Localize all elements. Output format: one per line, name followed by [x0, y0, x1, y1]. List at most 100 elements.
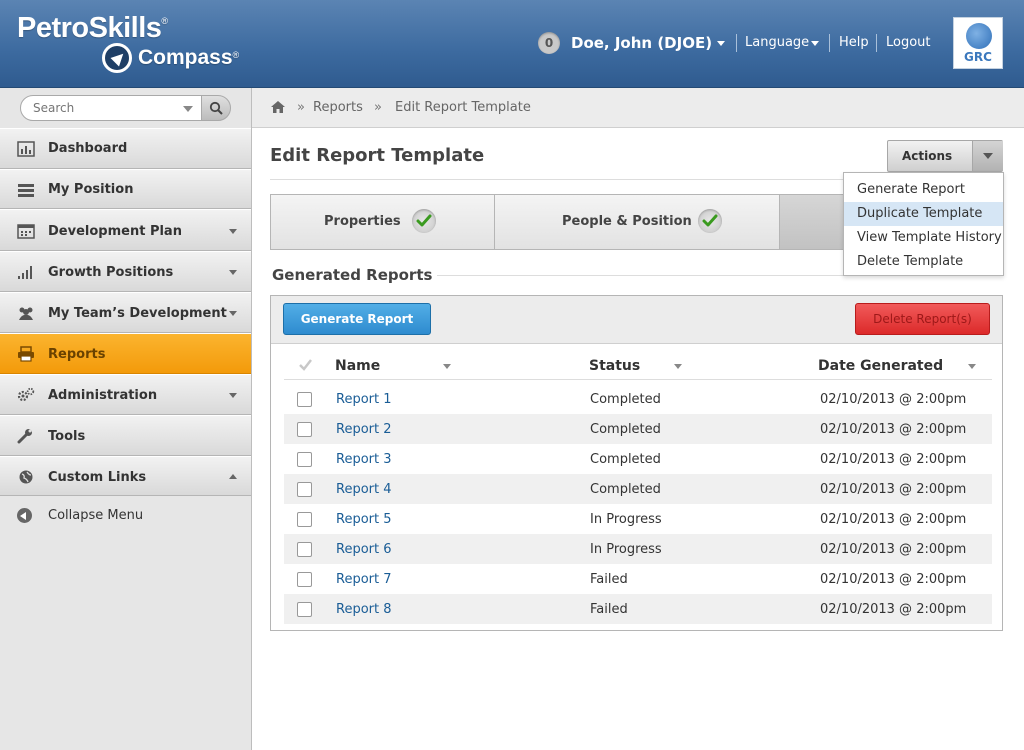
- page-title: Edit Report Template: [270, 145, 485, 166]
- column-header-name[interactable]: Name: [335, 358, 380, 374]
- breadcrumb-reports[interactable]: Reports: [313, 100, 363, 115]
- user-menu[interactable]: Doe, John (DJOE): [571, 34, 712, 52]
- table-row: Report 2 Completed 02/10/2013 @ 2:00pm: [284, 414, 992, 444]
- column-header-status[interactable]: Status: [589, 358, 640, 374]
- report-link[interactable]: Report 3: [336, 452, 392, 467]
- compass-emblem-icon: [102, 43, 132, 73]
- report-date: 02/10/2013 @ 2:00pm: [820, 512, 967, 527]
- sidebar-item-label: Growth Positions: [48, 265, 174, 280]
- menu-item-duplicate-template[interactable]: Duplicate Template: [844, 202, 1003, 226]
- grc-badge[interactable]: GRC: [953, 17, 1003, 69]
- sidebar-item-dashboard[interactable]: Dashboard: [0, 128, 251, 169]
- sidebar-item-development-plan[interactable]: Development Plan: [0, 209, 251, 251]
- chevron-up-icon[interactable]: [229, 474, 237, 479]
- wrench-icon: [17, 429, 32, 444]
- sidebar-item-administration[interactable]: Administration: [0, 374, 251, 415]
- report-link[interactable]: Report 1: [336, 392, 392, 407]
- sidebar-item-label: Custom Links: [48, 470, 147, 485]
- sidebar-item-my-position[interactable]: My Position: [0, 169, 251, 209]
- sidebar-item-label: My Team’s Development: [48, 306, 227, 321]
- report-link[interactable]: Report 5: [336, 512, 392, 527]
- report-status: In Progress: [590, 542, 662, 557]
- report-link[interactable]: Report 2: [336, 422, 392, 437]
- tab-properties[interactable]: Properties: [271, 195, 495, 249]
- chevron-down-icon[interactable]: [229, 311, 237, 316]
- app-header: PetroSkills® Compass® 0 Doe, John (DJOE)…: [0, 0, 1024, 88]
- search-filter-caret-icon[interactable]: [183, 106, 193, 112]
- table-row: Report 6 In Progress 02/10/2013 @ 2:00pm: [284, 534, 992, 564]
- chevron-down-icon[interactable]: [972, 141, 1003, 171]
- report-link[interactable]: Report 7: [336, 572, 392, 587]
- home-icon[interactable]: [270, 100, 286, 114]
- report-date: 02/10/2013 @ 2:00pm: [820, 572, 967, 587]
- report-link[interactable]: Report 6: [336, 542, 392, 557]
- delete-reports-button[interactable]: Delete Report(s): [855, 303, 990, 335]
- chevron-down-icon[interactable]: [229, 229, 237, 234]
- list-icon: [18, 184, 34, 197]
- search-icon: [209, 101, 223, 115]
- row-checkbox[interactable]: [297, 392, 312, 407]
- sort-caret-icon[interactable]: [674, 364, 682, 369]
- divider: [270, 179, 892, 180]
- sidebar-item-label: Reports: [48, 347, 106, 362]
- select-all-check-icon[interactable]: [299, 359, 312, 371]
- sidebar-item-custom-links[interactable]: Custom Links: [0, 456, 251, 496]
- generate-report-button[interactable]: Generate Report: [283, 303, 431, 335]
- table-row: Report 4 Completed 02/10/2013 @ 2:00pm: [284, 474, 992, 504]
- sidebar: Dashboard My Position Development Plan G…: [0, 88, 252, 750]
- row-checkbox[interactable]: [297, 542, 312, 557]
- search-button[interactable]: [201, 95, 231, 121]
- panel-toolbar: Generate Report Delete Report(s): [271, 296, 1002, 344]
- actions-label: Actions: [902, 149, 953, 163]
- report-link[interactable]: Report 8: [336, 602, 392, 617]
- row-checkbox[interactable]: [297, 572, 312, 587]
- row-checkbox[interactable]: [297, 602, 312, 617]
- chevron-left-circle-icon: [17, 508, 32, 523]
- report-status: In Progress: [590, 512, 662, 527]
- row-checkbox[interactable]: [297, 482, 312, 497]
- chevron-down-icon[interactable]: [811, 41, 819, 46]
- checkmark-icon: [698, 209, 722, 233]
- row-checkbox[interactable]: [297, 452, 312, 467]
- chevron-down-icon[interactable]: [717, 41, 725, 46]
- chevron-down-icon[interactable]: [229, 393, 237, 398]
- report-link[interactable]: Report 4: [336, 482, 392, 497]
- globe-icon: [19, 470, 33, 484]
- tab-label: Properties: [324, 214, 401, 229]
- actions-menu: Generate Report Duplicate Template View …: [843, 172, 1004, 276]
- sidebar-item-label: My Position: [48, 182, 134, 197]
- breadcrumb-separator: »: [297, 100, 305, 115]
- report-date: 02/10/2013 @ 2:00pm: [820, 542, 967, 557]
- sort-caret-icon[interactable]: [968, 364, 976, 369]
- table-row: Report 5 In Progress 02/10/2013 @ 2:00pm: [284, 504, 992, 534]
- row-checkbox[interactable]: [297, 512, 312, 527]
- sidebar-item-tools[interactable]: Tools: [0, 415, 251, 456]
- petroskills-logo[interactable]: PetroSkills®: [17, 12, 168, 45]
- report-date: 02/10/2013 @ 2:00pm: [820, 422, 967, 437]
- collapse-menu-button[interactable]: Collapse Menu: [0, 496, 251, 534]
- tab-label: People & Position: [562, 214, 692, 229]
- logout-link[interactable]: Logout: [886, 35, 931, 50]
- actions-button[interactable]: Actions: [887, 140, 1003, 172]
- divider: [829, 34, 830, 52]
- sidebar-item-reports[interactable]: Reports: [0, 333, 251, 374]
- collapse-menu-label: Collapse Menu: [48, 508, 144, 523]
- menu-item-delete-template[interactable]: Delete Template: [844, 250, 1003, 274]
- chevron-down-icon[interactable]: [229, 270, 237, 275]
- report-date: 02/10/2013 @ 2:00pm: [820, 452, 967, 467]
- divider: [876, 34, 877, 52]
- language-menu[interactable]: Language: [745, 35, 809, 50]
- menu-item-view-template-history[interactable]: View Template History: [844, 226, 1003, 250]
- column-header-date-generated[interactable]: Date Generated: [818, 358, 943, 374]
- help-link[interactable]: Help: [839, 35, 869, 50]
- search-input[interactable]: [20, 95, 202, 121]
- row-checkbox[interactable]: [297, 422, 312, 437]
- globe-icon: [966, 23, 992, 49]
- sidebar-item-growth-positions[interactable]: Growth Positions: [0, 251, 251, 292]
- sort-caret-icon[interactable]: [443, 364, 451, 369]
- tab-people-position[interactable]: People & Position: [495, 195, 780, 249]
- sidebar-item-my-teams-development[interactable]: My Team’s Development: [0, 292, 251, 333]
- table-row: Report 3 Completed 02/10/2013 @ 2:00pm: [284, 444, 992, 474]
- menu-item-generate-report[interactable]: Generate Report: [844, 178, 1003, 202]
- notification-badge[interactable]: 0: [538, 32, 560, 54]
